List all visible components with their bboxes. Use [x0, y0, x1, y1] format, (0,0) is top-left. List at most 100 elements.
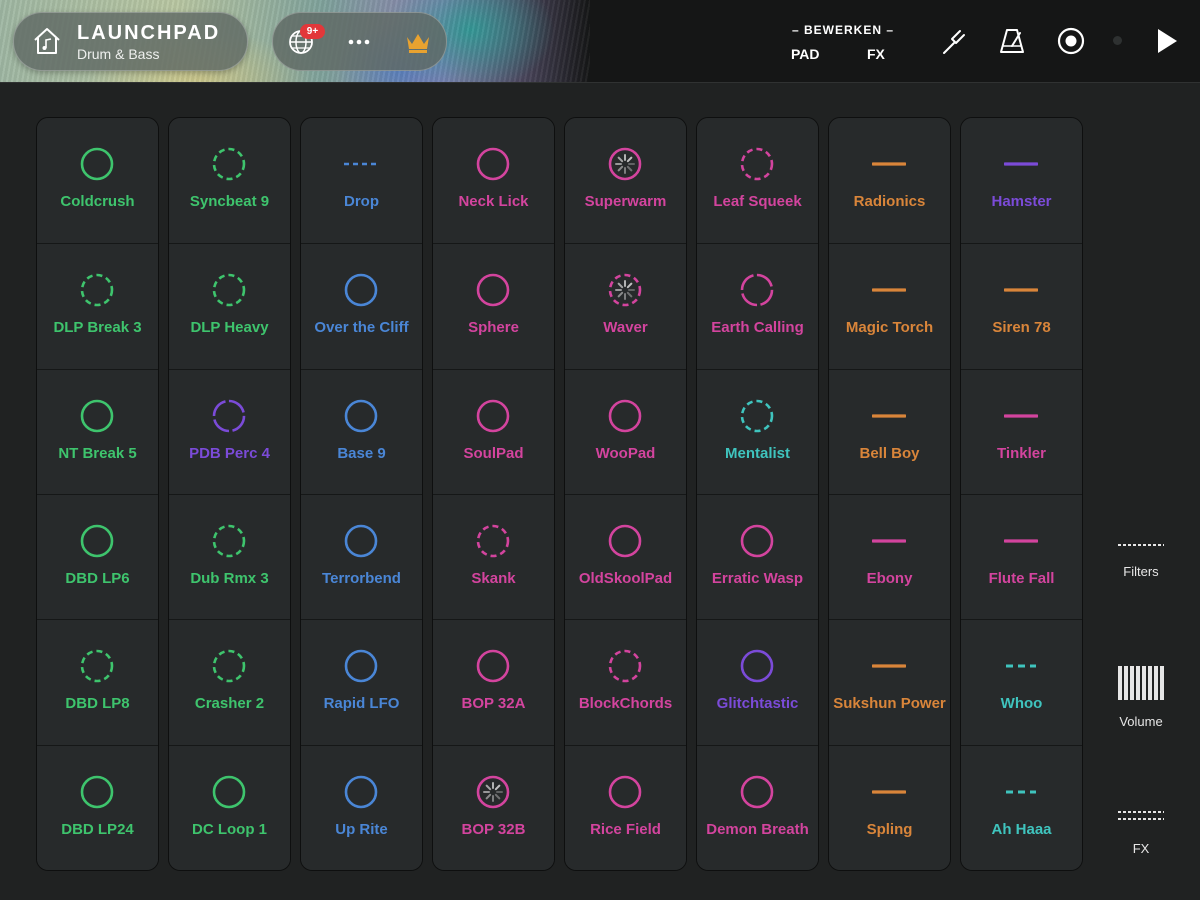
pad-button[interactable]: Dub Rmx 3 [169, 493, 290, 620]
pad-label: Sphere [468, 319, 519, 337]
pad-button[interactable]: Magic Torch [829, 243, 950, 369]
dashed-line-icon [1006, 664, 1036, 668]
ring-icon [476, 650, 510, 683]
pad-button[interactable]: BlockChords [565, 619, 686, 745]
home-music-icon [34, 28, 60, 54]
pad-button[interactable]: DC Loop 1 [169, 744, 290, 870]
pad-button[interactable]: DLP Heavy [169, 243, 290, 369]
pad-label: Rice Field [590, 820, 661, 838]
pad-button[interactable]: OldSkoolPad [565, 493, 686, 620]
pad-button[interactable]: Siren 78 [961, 243, 1082, 369]
dashed-ring-icon [740, 147, 774, 181]
pad-button[interactable]: Syncbeat 9 [169, 118, 290, 244]
pad-column: Syncbeat 9 DLP Heavy PDB Perc 4 Dub Rmx 3 Cr… [168, 117, 291, 871]
pad-column: Hamster Siren 78 Tinkler Flute Fall Whoo Ah H… [960, 117, 1083, 871]
pad-label: Mentalist [724, 444, 790, 462]
pad-label: OldSkoolPad [578, 569, 673, 587]
pad-button[interactable]: Waver [565, 243, 686, 369]
pad-button[interactable]: Radionics [829, 118, 950, 244]
pad-button[interactable]: Over the Cliff [301, 243, 422, 369]
pad-label: WooPad [595, 444, 656, 462]
volume-icon [1118, 666, 1164, 700]
pad-button[interactable]: Coldcrush [37, 118, 158, 244]
pad-button[interactable]: WooPad [565, 368, 686, 494]
pad-button[interactable]: Demon Breath [697, 744, 818, 870]
pad-button[interactable]: PDB Perc 4 [169, 368, 290, 494]
pad-label: DBD LP24 [61, 820, 134, 838]
pad-button[interactable]: Bell Boy [829, 368, 950, 494]
pad-label: Neck Lick [458, 193, 529, 210]
pad-button[interactable]: Terrorbend [301, 493, 422, 620]
loading-ring-icon [608, 147, 642, 181]
pad-button[interactable]: Sphere [433, 243, 554, 369]
dotted-line-icon [344, 162, 378, 166]
pad-label: Base 9 [337, 444, 386, 462]
dashed-ring-icon [212, 650, 246, 683]
pad-label: Siren 78 [992, 319, 1051, 337]
ring-icon [740, 524, 774, 558]
line-icon [872, 539, 906, 543]
fx-control[interactable]: FX [1101, 808, 1181, 856]
pad-label: Whoo [1000, 695, 1043, 713]
pad-button[interactable]: Superwarm [565, 118, 686, 244]
pad-button[interactable]: Tinkler [961, 368, 1082, 494]
pad-button[interactable]: Ebony [829, 493, 950, 620]
pad-button[interactable]: Leaf Squeek [697, 118, 818, 244]
play-icon[interactable] [1150, 25, 1182, 57]
pad-label: Spling [866, 820, 913, 838]
pad-button[interactable]: Mentalist [697, 368, 818, 494]
pad-label: SoulPad [463, 444, 524, 462]
pad-button[interactable]: Spling [829, 744, 950, 870]
pad-button[interactable]: Up Rite [301, 744, 422, 870]
pad-button[interactable]: Erratic Wasp [697, 493, 818, 620]
pad-label: Ebony [866, 569, 913, 587]
pad-label: Ah Haaa [991, 820, 1052, 838]
pad-button[interactable]: Earth Calling [697, 243, 818, 369]
pad-button[interactable]: DLP Break 3 [37, 243, 158, 369]
ring-icon [80, 399, 114, 432]
pad-button[interactable]: Glitchtastic [697, 619, 818, 745]
pad-button[interactable]: DBD LP24 [37, 744, 158, 870]
filters-control[interactable]: Filters [1101, 538, 1181, 579]
pad-button[interactable]: SoulPad [433, 368, 554, 494]
pad-button[interactable]: Crasher 2 [169, 619, 290, 745]
kit-title-pill[interactable]: LAUNCHPAD Drum & Bass [13, 12, 248, 71]
edit-fx-button[interactable]: FX [867, 46, 885, 62]
pad-button[interactable]: Rapid LFO [301, 619, 422, 745]
pad-button[interactable]: Base 9 [301, 368, 422, 494]
pad-label: Magic Torch [845, 319, 934, 337]
pad-button[interactable]: DBD LP8 [37, 619, 158, 745]
ring-icon [344, 775, 378, 808]
pad-button[interactable]: Ah Haaa [961, 744, 1082, 870]
ring-icon [608, 399, 642, 432]
pad-label: BOP 32B [461, 820, 526, 838]
record-icon[interactable] [1055, 25, 1087, 57]
pad-label: BlockChords [578, 695, 673, 713]
crown-icon[interactable] [403, 27, 433, 57]
pad-button[interactable]: Skank [433, 493, 554, 620]
pad-label: DC Loop 1 [192, 820, 267, 838]
sync-indicator [1113, 36, 1122, 45]
pad-button[interactable]: Drop [301, 118, 422, 244]
pad-button[interactable]: Sukshun Power [829, 619, 950, 745]
pad-button[interactable]: BOP 32B [433, 744, 554, 870]
pad-button[interactable]: Rice Field [565, 744, 686, 870]
more-options-icon[interactable] [344, 27, 374, 57]
dashed-ring-icon [80, 650, 114, 683]
tuning-fork-icon[interactable] [938, 25, 970, 57]
notification-badge: 9+ [300, 24, 325, 39]
pad-button[interactable]: Flute Fall [961, 493, 1082, 620]
pad-button[interactable]: DBD LP6 [37, 493, 158, 620]
volume-control[interactable]: Volume [1101, 665, 1181, 729]
pad-label: Hamster [991, 193, 1052, 210]
ring-icon [80, 524, 114, 558]
edit-pad-button[interactable]: PAD [791, 46, 820, 62]
pad-column: Drop Over the Cliff Base 9 Terrorbend Rapid … [300, 117, 423, 871]
pad-button[interactable]: NT Break 5 [37, 368, 158, 494]
line-icon [872, 664, 906, 668]
pad-button[interactable]: Hamster [961, 118, 1082, 244]
pad-button[interactable]: Neck Lick [433, 118, 554, 244]
metronome-icon[interactable] [996, 25, 1028, 57]
pad-button[interactable]: Whoo [961, 619, 1082, 745]
pad-button[interactable]: BOP 32A [433, 619, 554, 745]
